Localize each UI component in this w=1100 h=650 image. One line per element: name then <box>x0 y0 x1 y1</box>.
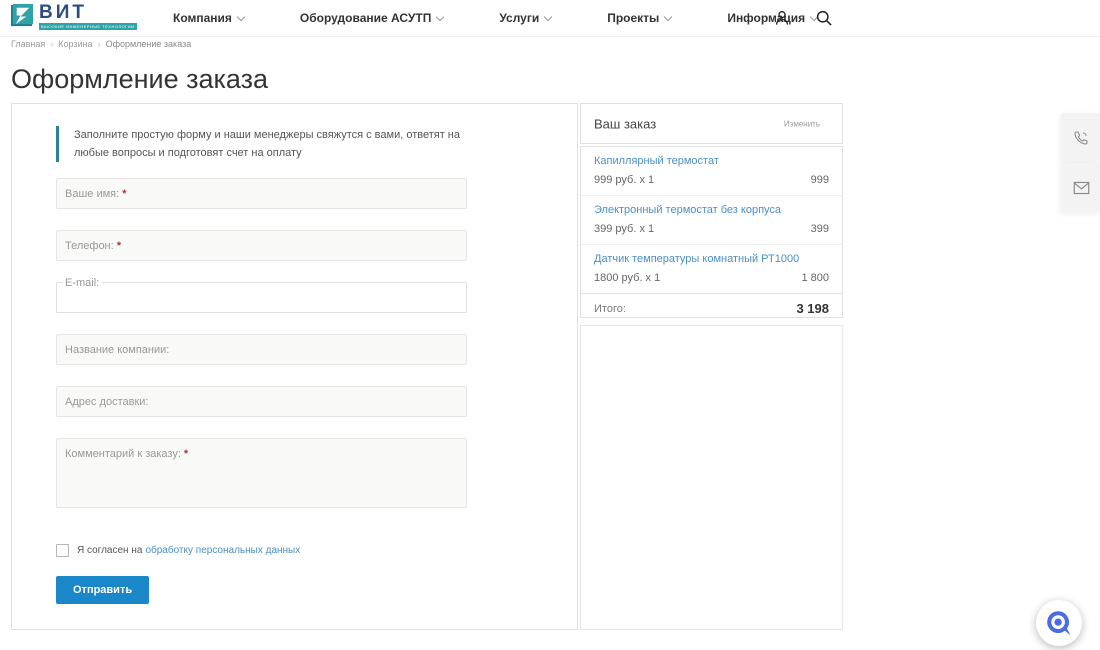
product-qty: 399 руб. x 1 <box>594 223 654 235</box>
phone-icon <box>1073 130 1089 146</box>
chevron-down-icon <box>544 12 552 20</box>
order-edit-link[interactable]: Изменить <box>784 119 820 128</box>
email-field: E-mail: <box>56 282 467 313</box>
nav-label: Оборудование АСУТП <box>300 11 431 25</box>
company-input[interactable] <box>57 335 466 364</box>
nav-item-company[interactable]: Компания <box>173 11 244 25</box>
chat-widget-button[interactable] <box>1036 600 1082 646</box>
breadcrumb-current: Оформление заказа <box>106 39 192 49</box>
mail-icon <box>1073 181 1090 195</box>
order-item: Капиллярный термостат 999 руб. x 1 999 <box>581 147 842 195</box>
breadcrumb: Главная › Корзина › Оформление заказа <box>11 39 191 49</box>
nav-item-services[interactable]: Услуги <box>499 11 551 25</box>
main-nav: Компания Оборудование АСУТП Услуги Проек… <box>173 0 817 36</box>
order-extra-card <box>580 325 843 630</box>
chevron-down-icon <box>237 12 245 20</box>
personal-data-link[interactable]: обработку персональных данных <box>145 545 300 556</box>
email-input[interactable] <box>57 283 466 312</box>
total-value: 3 198 <box>796 301 829 316</box>
logo-icon <box>10 3 35 28</box>
order-header-card: Ваш заказ Изменить <box>580 103 843 144</box>
breadcrumb-separator: › <box>50 39 53 49</box>
order-total-row: Итого: 3 198 <box>581 293 842 318</box>
product-link[interactable]: Капиллярный термостат <box>594 155 829 168</box>
total-label: Итого: <box>594 303 626 315</box>
submit-button[interactable]: Отправить <box>56 576 149 604</box>
product-qty: 999 руб. x 1 <box>594 174 654 186</box>
company-logo[interactable]: ВИТ высокие инженерные технологии <box>10 3 137 30</box>
consent-text: Я согласен на <box>77 545 142 556</box>
checkout-form-panel: Заполните простую форму и наши менеджеры… <box>11 103 578 630</box>
nav-item-projects[interactable]: Проекты <box>607 11 671 25</box>
address-input[interactable] <box>57 387 466 416</box>
order-title: Ваш заказ <box>594 116 656 131</box>
form-intro: Заполните простую форму и наши менеджеры… <box>56 126 472 162</box>
consent-checkbox[interactable] <box>56 544 69 557</box>
top-header: ВИТ высокие инженерные технологии Компан… <box>0 0 1100 37</box>
consent-row: Я согласен на обработку персональных дан… <box>56 544 300 557</box>
chevron-down-icon <box>436 12 444 20</box>
company-field: Название компании: <box>56 334 467 365</box>
nav-label: Компания <box>173 11 232 25</box>
callback-button[interactable] <box>1062 113 1100 162</box>
product-subtotal: 1 800 <box>801 272 829 284</box>
breadcrumb-home[interactable]: Главная <box>11 39 45 49</box>
product-subtotal: 399 <box>811 223 829 235</box>
chat-bubble-icon <box>1045 609 1073 637</box>
logo-text: ВИТ <box>39 3 137 23</box>
phone-input[interactable] <box>57 231 466 260</box>
email-contact-button[interactable] <box>1062 163 1100 212</box>
nav-label: Услуги <box>499 11 539 25</box>
logo-tagline: высокие инженерные технологии <box>39 23 137 30</box>
intro-accent-bar <box>56 126 59 162</box>
order-items-card: Капиллярный термостат 999 руб. x 1 999 Э… <box>580 146 843 318</box>
product-link[interactable]: Электронный термостат без корпуса <box>594 204 829 217</box>
product-link[interactable]: Датчик температуры комнатный РТ1000 <box>594 253 829 266</box>
breadcrumb-cart[interactable]: Корзина <box>58 39 92 49</box>
name-input[interactable] <box>57 179 466 208</box>
comment-textarea[interactable] <box>57 439 466 507</box>
chevron-down-icon <box>664 12 672 20</box>
order-item: Датчик температуры комнатный РТ1000 1800… <box>581 244 842 293</box>
intro-text: Заполните простую форму и наши менеджеры… <box>74 126 472 162</box>
order-item: Электронный термостат без корпуса 399 ру… <box>581 195 842 244</box>
comment-field: Комментарий к заказу:* <box>56 438 467 508</box>
search-icon[interactable] <box>814 8 834 28</box>
person-icon[interactable] <box>772 8 792 28</box>
address-field: Адрес доставки: <box>56 386 467 417</box>
nav-item-equipment[interactable]: Оборудование АСУТП <box>300 11 443 25</box>
breadcrumb-separator: › <box>98 39 101 49</box>
phone-field: Телефон:* <box>56 230 467 261</box>
nav-label: Проекты <box>607 11 659 25</box>
product-subtotal: 999 <box>811 174 829 186</box>
product-qty: 1800 руб. x 1 <box>594 272 660 284</box>
page-title: Оформление заказа <box>11 64 268 95</box>
name-field: Ваше имя:* <box>56 178 467 209</box>
contact-side-widget <box>1062 113 1100 213</box>
